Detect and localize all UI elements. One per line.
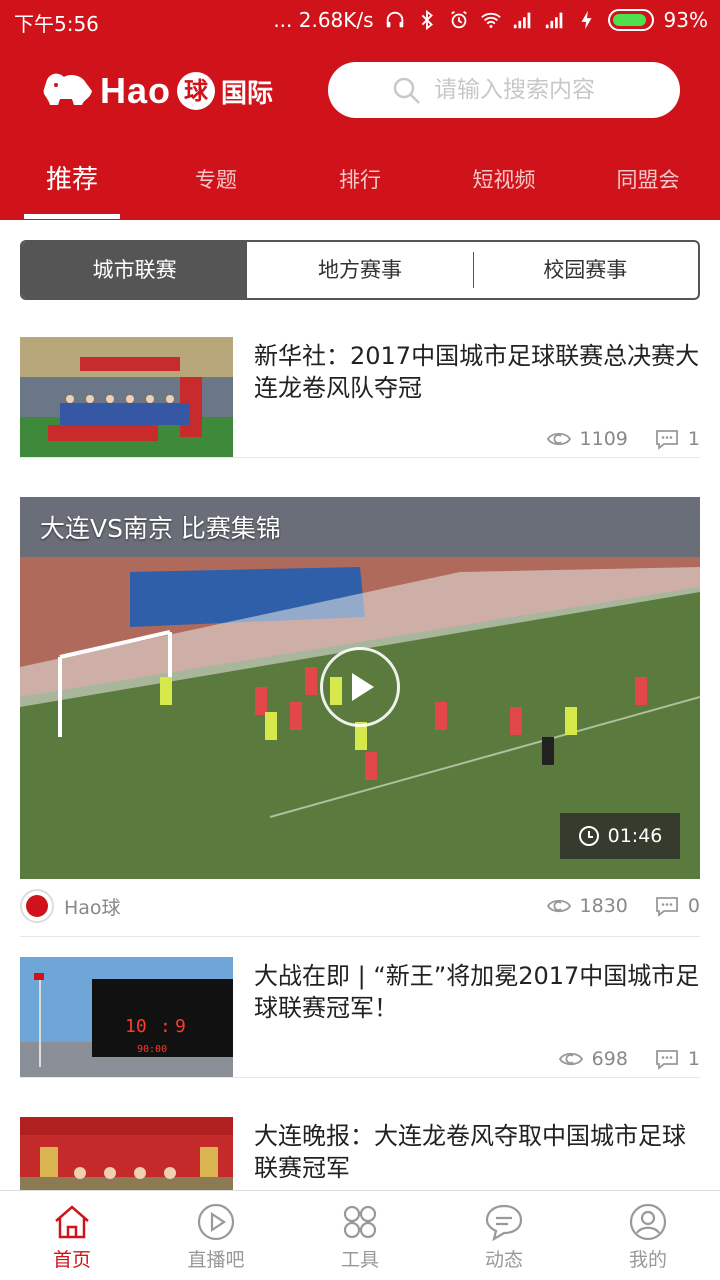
news-item[interactable]: 新华社：2017中国城市足球联赛总决赛大连龙卷风队夺冠 1109 1 [20, 300, 700, 458]
segment-local-events[interactable]: 地方赛事 [247, 242, 472, 298]
tab-rankings[interactable]: 排行 [288, 150, 432, 210]
logo-text: Hao [100, 70, 172, 111]
comment-count: 1 [687, 428, 700, 450]
bottom-navigation: 首页 直播吧 工具 动态 我的 [0, 1190, 720, 1280]
nav-profile[interactable]: 我的 [576, 1191, 720, 1280]
news-meta: 1109 1 [546, 428, 700, 450]
news-title: 大战在即 | “新王”将加冕2017中国城市足球联赛冠军！ [254, 962, 700, 1022]
logo-ball: 球 [177, 72, 216, 110]
alarm-icon [450, 10, 467, 29]
search-icon [393, 77, 420, 104]
comment-icon [656, 1050, 678, 1070]
news-item[interactable]: 10 : 9 90:00 大战在即 | “新王”将加冕2017中国城市足球联赛冠… [20, 920, 700, 1078]
nav-home-label: 首页 [52, 1249, 91, 1271]
nav-home[interactable]: 首页 [0, 1191, 144, 1280]
play-circle-icon [197, 1203, 235, 1241]
network-speed: ... 2.68K/s [273, 8, 374, 32]
top-tabs: 推荐 专题 排行 短视频 同盟会 [0, 150, 720, 220]
tab-recommend[interactable]: 推荐 [0, 150, 144, 210]
source-name: Hao球 [64, 896, 121, 919]
trophy-celebration-image [20, 337, 233, 457]
video-source[interactable]: Hao球 [20, 889, 121, 923]
charging-icon [581, 10, 592, 30]
comment-icon [656, 430, 678, 450]
comment-icon [656, 897, 678, 917]
active-tab-indicator [24, 214, 120, 219]
signal-icon-2 [545, 12, 562, 29]
logo-subtitle: 国际 [221, 78, 274, 109]
tab-topics[interactable]: 专题 [144, 150, 288, 210]
score-away: 9 [175, 1016, 186, 1037]
nav-tools[interactable]: 工具 [288, 1191, 432, 1280]
news-feed: 新华社：2017中国城市足球联赛总决赛大连龙卷风队夺冠 1109 1 大连VS南… [0, 300, 720, 1190]
app-logo: Hao 球 国际 [40, 66, 273, 116]
view-count: 1830 [579, 895, 628, 917]
home-icon [55, 1205, 89, 1239]
play-icon [352, 673, 374, 701]
nav-live[interactable]: 直播吧 [144, 1191, 288, 1280]
video-title: 大连VS南京 比赛集锦 [40, 514, 281, 543]
source-avatar [20, 889, 54, 923]
scoreboard-image: 10 : 9 90:00 [20, 957, 233, 1077]
svg-text::: : [160, 1016, 171, 1037]
bulldog-logo-icon [43, 73, 92, 105]
view-count: 698 [591, 1048, 628, 1070]
segment-city-league[interactable]: 城市联赛 [22, 242, 248, 298]
video-meta: 1830 0 [546, 895, 700, 917]
eye-icon [558, 1052, 583, 1066]
news-thumbnail [20, 337, 233, 457]
category-segments: 城市联赛 地方赛事 校园赛事 [20, 240, 700, 300]
team-photo-image [20, 1117, 233, 1190]
nav-tools-label: 工具 [340, 1249, 379, 1271]
chat-bubble-icon [485, 1204, 523, 1242]
clock-icon [578, 826, 599, 846]
nav-profile-label: 我的 [628, 1249, 667, 1271]
news-thumbnail [20, 1117, 233, 1190]
comment-count: 0 [687, 895, 700, 917]
news-item[interactable]: 大连晚报：大连龙卷风夺取中国城市足球联赛冠军 [20, 1080, 700, 1190]
app-header: 下午5:56 ... 2.68K/s 93% Hao 球 国际 请输入搜索内容 … [0, 0, 720, 220]
status-bar: 下午5:56 ... 2.68K/s 93% [0, 0, 720, 42]
tab-short-video[interactable]: 短视频 [432, 150, 576, 210]
battery-level [612, 14, 646, 26]
segment-campus-events[interactable]: 校园赛事 [472, 242, 698, 298]
search-input[interactable] [434, 77, 664, 103]
battery-icon [607, 9, 654, 31]
duration-text: 01:46 [607, 825, 663, 847]
video-duration: 01:46 [560, 813, 680, 859]
battery-percent: 93% [663, 8, 708, 32]
video-card[interactable]: 大连VS南京 比赛集锦 01:46 Hao球 1830 0 [20, 497, 700, 937]
score-time: 90:00 [137, 1044, 167, 1055]
status-time: 下午5:56 [14, 12, 99, 36]
eye-icon [546, 899, 571, 913]
eye-icon [546, 432, 571, 446]
tools-grid-icon [343, 1205, 377, 1239]
news-title: 大连晚报：大连龙卷风夺取中国城市足球联赛冠军 [254, 1122, 686, 1182]
news-title: 新华社：2017中国城市足球联赛总决赛大连龙卷风队夺冠 [254, 342, 700, 402]
search-bar[interactable] [328, 62, 680, 118]
nav-live-label: 直播吧 [187, 1249, 245, 1271]
wifi-icon [480, 12, 501, 28]
comment-count: 1 [687, 1048, 700, 1070]
video-player[interactable]: 大连VS南京 比赛集锦 01:46 [20, 497, 700, 879]
nav-feed-label: 动态 [484, 1249, 523, 1271]
tab-alliance[interactable]: 同盟会 [576, 150, 720, 210]
score-home: 10 [125, 1016, 147, 1037]
bluetooth-icon [421, 9, 433, 31]
status-icons: ... 2.68K/s 93% [273, 8, 708, 32]
play-button[interactable] [320, 647, 400, 727]
user-icon [629, 1203, 667, 1241]
news-meta: 698 1 [558, 1048, 700, 1070]
nav-feed[interactable]: 动态 [432, 1191, 576, 1280]
view-count: 1109 [579, 428, 628, 450]
signal-icon [513, 12, 530, 29]
headphones-icon [386, 11, 403, 28]
news-thumbnail: 10 : 9 90:00 [20, 957, 233, 1077]
